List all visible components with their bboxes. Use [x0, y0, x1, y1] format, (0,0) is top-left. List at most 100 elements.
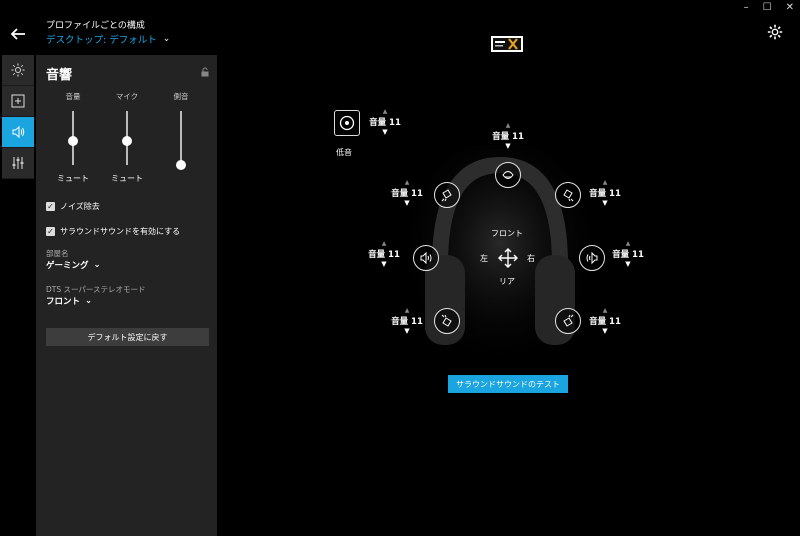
volume-up-arrow[interactable]: ▲: [585, 307, 625, 315]
rail-acoustics[interactable]: [2, 117, 34, 148]
front-right-speaker-button[interactable]: [555, 182, 581, 208]
volume-down-arrow[interactable]: ▼: [365, 128, 405, 137]
rear-right-volume-label: 音量 11: [589, 317, 621, 327]
maximize-button[interactable]: ☐: [763, 2, 772, 13]
volume-knob[interactable]: [68, 135, 78, 146]
speaker-icon: [420, 251, 432, 265]
volume-status: ミュート: [57, 174, 89, 183]
room-dropdown[interactable]: ゲーミング ⌄: [46, 259, 101, 271]
minimize-button[interactable]: –: [744, 2, 749, 13]
rear-label: リア: [499, 277, 515, 286]
side-right-volume-label: 音量 11: [612, 250, 644, 260]
front-left-speaker-button[interactable]: [434, 182, 460, 208]
surround-label: サラウンドサウンドを有効にする: [60, 227, 181, 236]
volume-up-arrow[interactable]: ▲: [365, 108, 405, 116]
mic-track[interactable]: [122, 111, 132, 165]
subwoofer-icon: [339, 115, 355, 131]
profile-name: デスクトップ: デフォルト: [46, 35, 157, 46]
surround-test-button[interactable]: サラウンドサウンドのテスト: [448, 375, 568, 393]
page-title: プロファイルごとの構成: [46, 21, 145, 31]
volume-down-arrow[interactable]: ▼: [364, 260, 404, 269]
dts-dropdown[interactable]: フロント ⌄: [46, 295, 92, 307]
rear-left-speaker-button[interactable]: [434, 308, 460, 334]
center-volume-label: 音量 11: [492, 132, 524, 142]
volume-down-arrow[interactable]: ▼: [585, 327, 625, 336]
rear-right-volume[interactable]: ▲ 音量 11 ▼: [585, 307, 625, 336]
volume-down-arrow[interactable]: ▼: [585, 199, 625, 208]
lfe-volume[interactable]: ▲ 音量 11 ▼: [365, 108, 405, 137]
side-left-volume[interactable]: ▲ 音量 11 ▼: [364, 240, 404, 269]
front-label: フロント: [491, 229, 523, 238]
reset-defaults-button[interactable]: デフォルト設定に戻す: [46, 328, 209, 346]
side-right-volume[interactable]: ▲ 音量 11 ▼: [608, 240, 648, 269]
checkmark-icon: ✓: [46, 226, 55, 236]
volume-up-arrow[interactable]: ▲: [387, 307, 427, 315]
mic-label: マイク: [115, 92, 139, 101]
volume-up-arrow[interactable]: ▲: [387, 179, 427, 187]
plus-box-icon: [11, 94, 25, 108]
volume-up-arrow[interactable]: ▲: [585, 179, 625, 187]
dts-value: フロント: [46, 297, 81, 307]
volume-slider[interactable]: 音量 ミュート: [53, 91, 93, 184]
acoustics-panel: 音響 音量 ミュート マイク ミュート 側音 ✓ ノイズ除去 ✓ サラウンドサウ…: [36, 55, 217, 536]
side-right-speaker-button[interactable]: [579, 245, 605, 271]
panel-title: 音響: [46, 68, 73, 83]
volume-down-arrow[interactable]: ▼: [488, 142, 528, 151]
center-volume[interactable]: ▲ 音量 11 ▼: [488, 122, 528, 151]
speaker-icon: [563, 189, 574, 202]
sidetone-label: 側音: [173, 92, 189, 101]
speaker-icon: [563, 314, 574, 327]
profile-selector[interactable]: デスクトップ: デフォルト ⌄: [46, 32, 170, 46]
noise-reduction-checkbox[interactable]: ✓ ノイズ除去: [46, 201, 100, 212]
room-value: ゲーミング: [46, 261, 89, 271]
surround-checkbox[interactable]: ✓ サラウンドサウンドを有効にする: [46, 226, 180, 237]
mic-slider[interactable]: マイク ミュート: [107, 91, 147, 184]
lfe-label: 低音: [336, 148, 352, 157]
volume-up-arrow[interactable]: ▲: [364, 240, 404, 248]
front-right-volume[interactable]: ▲ 音量 11 ▼: [585, 179, 625, 208]
volume-track[interactable]: [68, 111, 78, 165]
volume-up-arrow[interactable]: ▲: [608, 240, 648, 248]
right-label: 右: [527, 254, 535, 263]
chevron-down-icon: ⌄: [93, 260, 101, 270]
speaker-icon: [12, 125, 25, 139]
volume-down-arrow[interactable]: ▼: [387, 199, 427, 208]
sidetone-track[interactable]: [176, 111, 186, 170]
volume-down-arrow[interactable]: ▼: [387, 327, 427, 336]
rear-left-volume-label: 音量 11: [391, 317, 423, 327]
volume-label: 音量: [65, 92, 81, 101]
sidetone-knob[interactable]: [176, 160, 186, 170]
speaker-icon: [586, 251, 598, 265]
front-left-volume[interactable]: ▲ 音量 11 ▼: [387, 179, 427, 208]
noise-reduction-label: ノイズ除去: [60, 202, 100, 211]
room-label: 部屋名: [46, 249, 69, 258]
chevron-down-icon: ⌄: [85, 296, 93, 306]
lfe-button[interactable]: [334, 110, 360, 136]
center-speaker-button[interactable]: [495, 162, 521, 188]
back-arrow-icon[interactable]: [8, 24, 28, 44]
rail-equalizer[interactable]: [2, 148, 34, 179]
front-right-volume-label: 音量 11: [589, 189, 621, 199]
lock-icon[interactable]: [201, 67, 209, 77]
gear-icon[interactable]: [766, 23, 784, 41]
mic-knob[interactable]: [122, 135, 132, 146]
rear-right-speaker-button[interactable]: [555, 308, 581, 334]
move-arrows-icon[interactable]: [497, 247, 519, 269]
dts-label: DTS スーパーステレオモード: [46, 285, 146, 294]
side-left-speaker-button[interactable]: [413, 245, 439, 271]
volume-down-arrow[interactable]: ▼: [608, 260, 648, 269]
close-button[interactable]: ✕: [786, 2, 794, 13]
lfe-volume-label: 音量 11: [369, 118, 401, 128]
center-speaker-icon: [502, 171, 514, 179]
sidetone-slider[interactable]: 側音: [161, 91, 201, 170]
rail-lighting[interactable]: [2, 55, 34, 86]
rail-assignments[interactable]: [2, 86, 34, 117]
dts-x-logo: [491, 36, 523, 52]
side-left-volume-label: 音量 11: [368, 250, 400, 260]
checkmark-icon: ✓: [46, 201, 55, 211]
speaker-icon: [441, 314, 452, 327]
rear-left-volume[interactable]: ▲ 音量 11 ▼: [387, 307, 427, 336]
volume-up-arrow[interactable]: ▲: [488, 122, 528, 130]
chevron-down-icon: ⌄: [162, 34, 171, 44]
left-label: 左: [480, 254, 488, 263]
